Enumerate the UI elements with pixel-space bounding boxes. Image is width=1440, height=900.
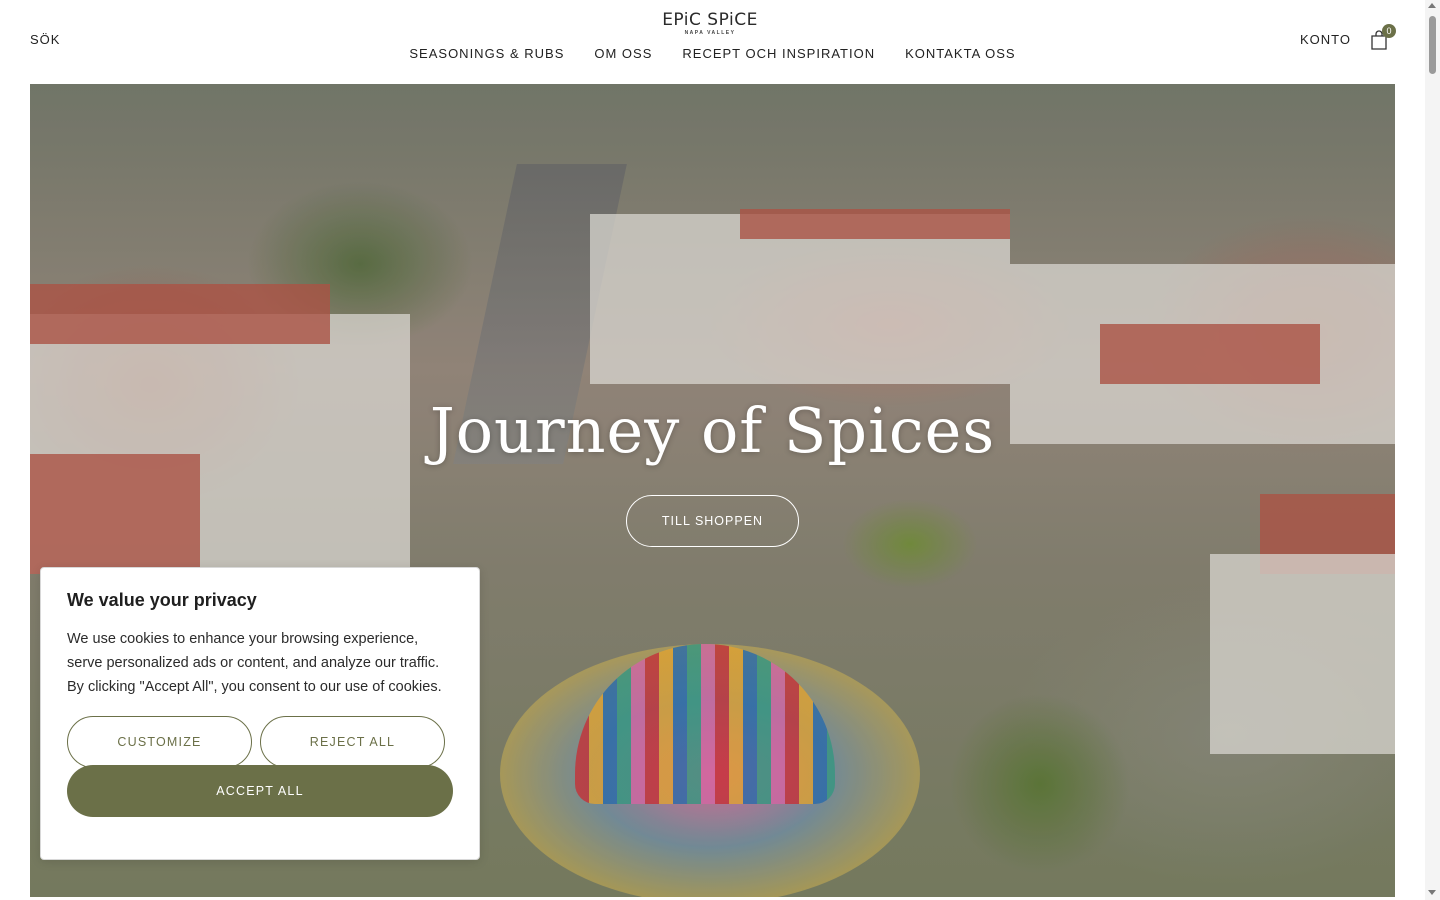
nav-item-about[interactable]: OM OSS xyxy=(594,46,652,61)
brand-logo[interactable]: EPiC SPiCE NAPA VALLEY xyxy=(660,10,760,36)
cookie-secondary-actions: CUSTOMIZE REJECT ALL xyxy=(67,716,453,768)
page-scrollbar[interactable] xyxy=(1425,0,1440,900)
logo-tagline: NAPA VALLEY xyxy=(684,30,736,36)
accept-all-button[interactable]: ACCEPT ALL xyxy=(67,765,453,817)
scroll-down-arrow-icon[interactable] xyxy=(1428,890,1436,895)
customize-button[interactable]: CUSTOMIZE xyxy=(67,716,252,768)
cookie-description: We use cookies to enhance your browsing … xyxy=(67,631,442,695)
site-header: SÖK EPiC SPiCE NAPA VALLEY SEASONINGS & … xyxy=(0,0,1425,84)
account-link[interactable]: KONTO xyxy=(1300,32,1351,47)
nav-item-contact[interactable]: KONTAKTA OSS xyxy=(905,46,1015,61)
reject-all-button[interactable]: REJECT ALL xyxy=(260,716,445,768)
scroll-up-arrow-icon[interactable] xyxy=(1428,3,1436,8)
shop-now-button[interactable]: TILL SHOPPEN xyxy=(626,495,799,547)
main-navigation: SEASONINGS & RUBS OM OSS RECEPT OCH INSP… xyxy=(0,46,1425,61)
nav-item-seasonings[interactable]: SEASONINGS & RUBS xyxy=(409,46,564,61)
scroll-thumb[interactable] xyxy=(1429,16,1436,74)
cart-button[interactable]: 0 xyxy=(1370,24,1396,52)
search-link[interactable]: SÖK xyxy=(30,32,60,47)
logo-wordmark: EPiC SPiCE xyxy=(662,10,758,30)
cookie-consent-dialog: We value your privacy We use cookies to … xyxy=(40,567,480,860)
hero-title: Journey of Spices xyxy=(429,394,996,467)
cart-count-badge: 0 xyxy=(1382,24,1396,38)
cookie-title: We value your privacy xyxy=(67,590,257,610)
nav-item-recipes[interactable]: RECEPT OCH INSPIRATION xyxy=(682,46,875,61)
